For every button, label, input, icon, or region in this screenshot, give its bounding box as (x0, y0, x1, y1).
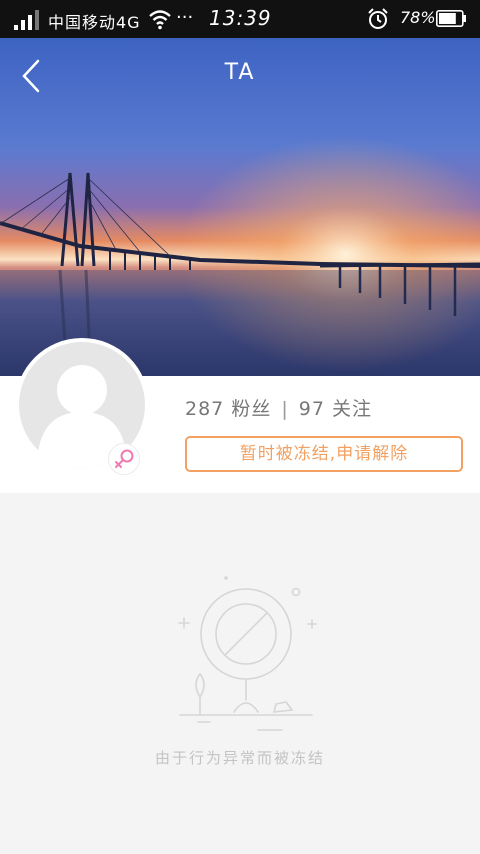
battery-icon (436, 10, 466, 27)
female-gender-icon (108, 443, 140, 475)
fans-label-text[interactable]: 粉丝 (231, 398, 271, 420)
carrier-label: 中国移动4G (48, 13, 141, 32)
clock: 13:39 (209, 6, 272, 30)
more-notifications-icon: ··· (176, 7, 194, 28)
page-title: TA (224, 60, 256, 85)
status-bar: 中国移动4G ··· 13:39 78% (0, 0, 480, 38)
frozen-illustration-icon (178, 576, 317, 731)
fans-count-text[interactable]: 287 (185, 398, 224, 420)
wifi-icon (149, 10, 171, 30)
signal-icon (14, 10, 39, 30)
stats-divider: | (281, 398, 289, 420)
following-label-text[interactable]: 关注 (332, 398, 372, 420)
battery-percent: 78% (400, 8, 436, 27)
alarm-icon (368, 8, 388, 29)
following-count-text[interactable]: 97 (299, 398, 325, 420)
follow-stats-display: 287 粉丝 | 97 关注 (185, 394, 372, 421)
profile-cover: TA (0, 38, 480, 376)
frozen-message: 由于行为异常而被冻结 (154, 749, 325, 767)
request-unfreeze-button[interactable]: 暂时被冻结,申请解除 (185, 436, 463, 472)
cover-photo (0, 38, 480, 376)
